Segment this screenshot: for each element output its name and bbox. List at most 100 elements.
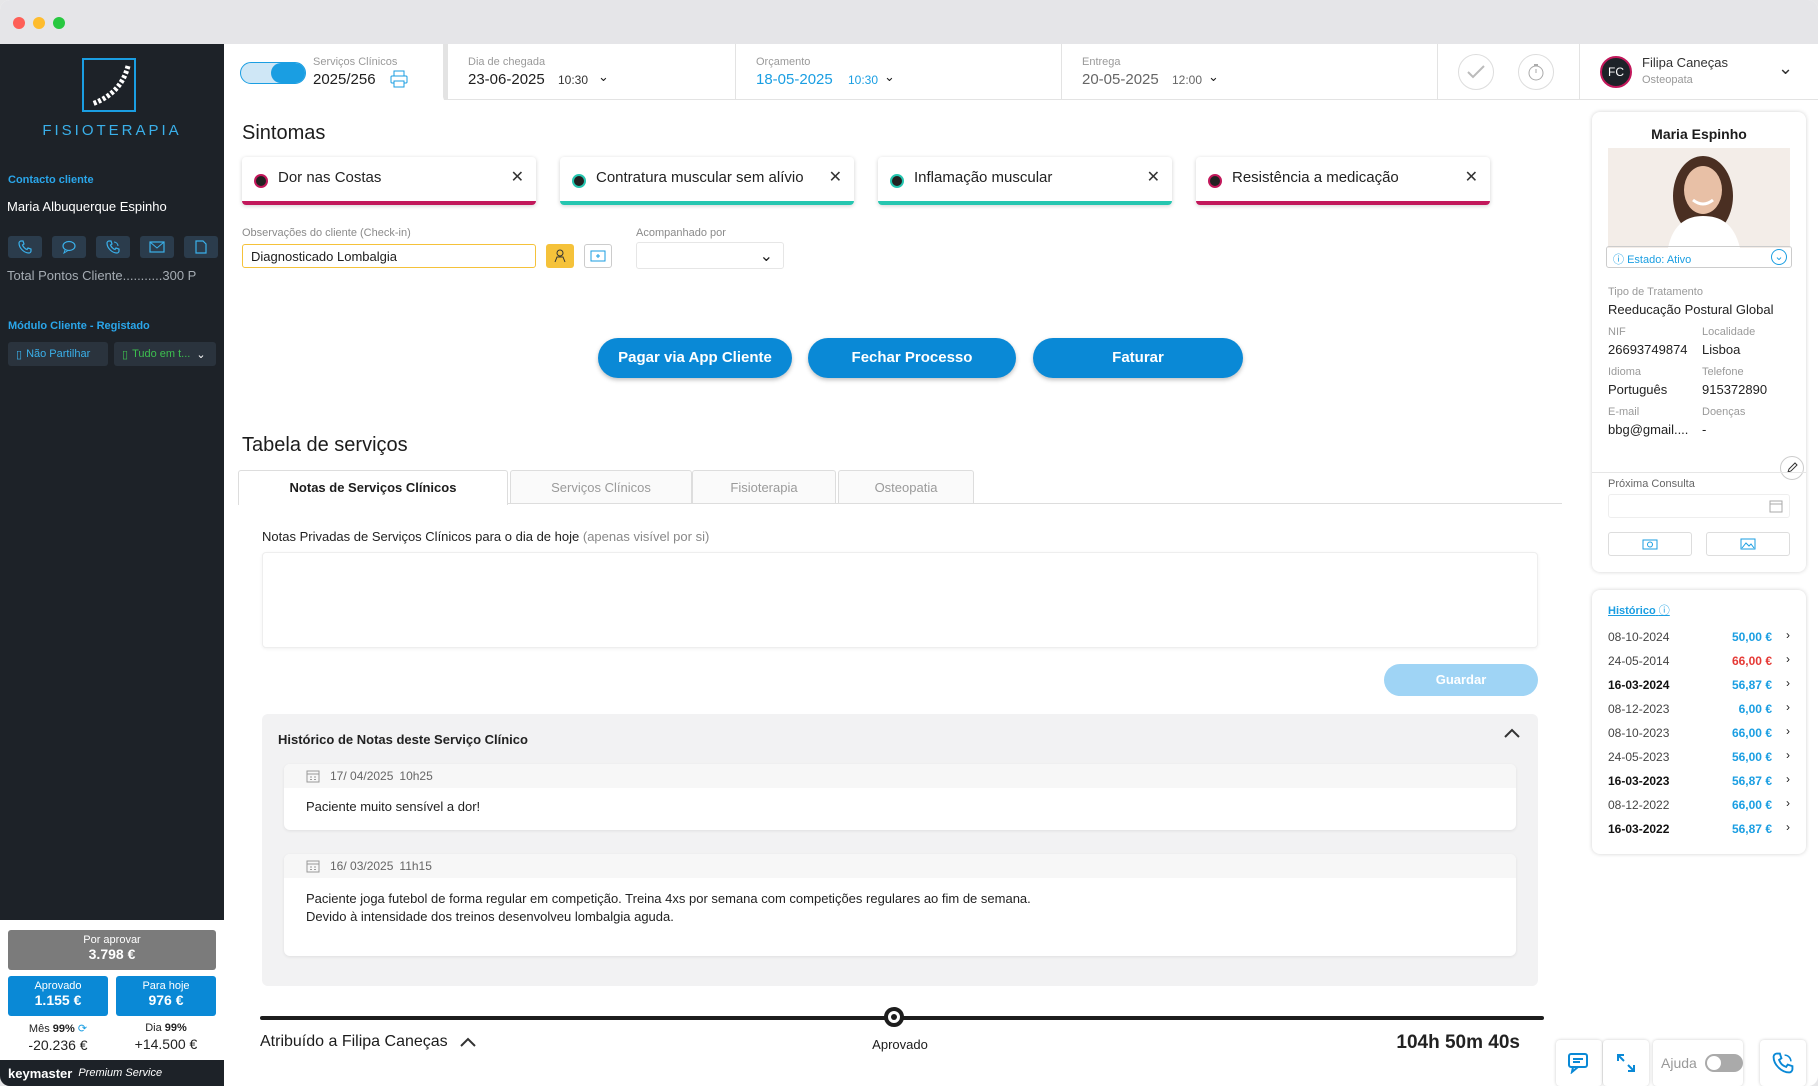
delivery-time: 12:00	[1172, 73, 1203, 87]
timeline-marker[interactable]	[884, 1007, 904, 1027]
chevron-right-icon: ›	[1786, 820, 1790, 834]
print-icon[interactable]	[390, 70, 408, 88]
history-row[interactable]: 24-05-2014 66,00 € ›	[1608, 650, 1790, 672]
symptom-chip[interactable]: Inflamação muscular ✕	[878, 157, 1172, 205]
info-icon: ⓘ	[1658, 605, 1670, 617]
history-row[interactable]: 16-03-2023 56,87 € ›	[1608, 770, 1790, 792]
arrival-section[interactable]: Dia de chegada 23-06-2025 10:30 ⌄	[448, 44, 736, 100]
today-box[interactable]: Para hoje 976 €	[116, 976, 216, 1016]
phone-icon[interactable]	[8, 236, 42, 258]
day-value: +14.500 €	[134, 1036, 198, 1052]
save-button[interactable]: Guardar	[1384, 664, 1538, 696]
view-toggle[interactable]	[240, 62, 306, 84]
nif-label: NIF	[1608, 326, 1626, 338]
budget-section[interactable]: Orçamento 18-05-2025 10:30 ⌄	[736, 44, 1062, 100]
symptom-chip[interactable]: Contratura muscular sem alívio ✕	[560, 157, 854, 205]
history-row[interactable]: 24-05-2023 56,00 € ›	[1608, 746, 1790, 768]
minimize-window-button[interactable]	[33, 17, 45, 29]
services-table-title: Tabela de serviços	[242, 434, 408, 456]
mail-icon[interactable]	[140, 236, 174, 258]
close-icon[interactable]: ✕	[1465, 167, 1478, 187]
tab-physiotherapy[interactable]: Fisioterapia	[692, 470, 836, 503]
scope-select[interactable]: ▯ Tudo em t... ⌄	[114, 342, 216, 366]
tab-clinical-services[interactable]: Serviços Clínicos	[510, 470, 692, 503]
chevron-down-icon: ⌄	[884, 69, 895, 84]
obs-input[interactable]: Diagnosticado Lombalgia	[242, 244, 536, 268]
tab-clinical-notes[interactable]: Notas de Serviços Clínicos	[238, 470, 508, 505]
badge-avatar	[1208, 174, 1222, 188]
symptom-color-bar	[560, 201, 854, 205]
user-menu[interactable]: FC Filipa Caneças Osteopata ⌄	[1580, 44, 1818, 100]
maximize-window-button[interactable]	[53, 17, 65, 29]
info-icon: ⓘ	[1613, 254, 1624, 266]
symptom-label: Resistência a medicação	[1232, 169, 1399, 186]
tab-osteopathy[interactable]: Osteopatia	[838, 470, 974, 503]
accompanied-select[interactable]: ⌄	[636, 242, 784, 269]
contact-actions	[8, 236, 218, 258]
next-consult-input[interactable]	[1608, 494, 1790, 518]
assigned-text: Atribuído a Filipa Caneças	[260, 1033, 448, 1050]
history-row[interactable]: 08-10-2024 50,00 € ›	[1608, 626, 1790, 648]
close-icon[interactable]: ✕	[1147, 167, 1160, 187]
person-icon[interactable]	[546, 244, 574, 268]
assigned-label[interactable]: Atribuído a Filipa Caneças	[260, 1033, 476, 1051]
next-consult-label: Próxima Consulta	[1608, 478, 1695, 490]
symptom-color-bar	[242, 201, 536, 205]
symptom-chip[interactable]: Dor nas Costas ✕	[242, 157, 536, 205]
calendar-icon	[306, 770, 320, 783]
chat-icon[interactable]	[1556, 1040, 1602, 1086]
share-label: Não Partilhar	[26, 348, 91, 360]
invoice-button[interactable]: Faturar	[1033, 338, 1243, 378]
close-icon[interactable]: ✕	[511, 167, 524, 187]
symptom-chip[interactable]: Resistência a medicação ✕	[1196, 157, 1490, 205]
delivery-label: Entrega	[1082, 56, 1121, 68]
history-row[interactable]: 08-12-2022 66,00 € ›	[1608, 794, 1790, 816]
phone-call-icon[interactable]	[96, 236, 130, 258]
delivery-section[interactable]: Entrega 20-05-2025 12:00 ⌄	[1062, 44, 1438, 100]
spine-logo-icon	[82, 58, 136, 112]
document-icon[interactable]	[184, 236, 218, 258]
chat-icon[interactable]	[52, 236, 86, 258]
chevron-right-icon: ›	[1786, 700, 1790, 714]
history-value: 6,00 €	[1738, 702, 1772, 716]
history-row[interactable]: 16-03-2024 56,87 € ›	[1608, 674, 1790, 696]
approved-box[interactable]: Aprovado 1.155 €	[8, 976, 108, 1016]
camera-icon[interactable]	[1608, 532, 1692, 556]
image-icon[interactable]	[1706, 532, 1790, 556]
services-tabs: Notas de Serviços Clínicos Serviços Clín…	[238, 470, 1562, 505]
status-select[interactable]: ⓘ Estado: Ativo ⌄	[1606, 246, 1792, 268]
expand-icon[interactable]	[1603, 1040, 1649, 1086]
share-button[interactable]: ▯ Não Partilhar	[8, 342, 108, 366]
history-row[interactable]: 08-10-2023 66,00 € ›	[1608, 722, 1790, 744]
close-icon[interactable]: ✕	[829, 167, 842, 187]
history-row[interactable]: 08-12-2023 6,00 € ›	[1608, 698, 1790, 720]
note-card: 17/ 04/2025 10h25 Paciente muito sensíve…	[284, 764, 1516, 830]
history-title[interactable]: Histórico ⓘ	[1608, 602, 1670, 618]
close-process-button[interactable]: Fechar Processo	[808, 338, 1016, 378]
check-icon[interactable]	[1458, 54, 1494, 90]
chevron-up-icon[interactable]	[1504, 728, 1520, 738]
chevron-down-icon: ⌄	[598, 69, 609, 84]
edit-icon[interactable]	[1780, 456, 1804, 480]
patient-photo	[1608, 148, 1790, 248]
add-card-icon[interactable]	[584, 244, 612, 268]
delivery-date: 20-05-2025	[1082, 71, 1159, 88]
pending-box[interactable]: Por aprovar 3.798 €	[8, 930, 216, 970]
phone-call-icon[interactable]	[1760, 1040, 1806, 1086]
keymaster-tag: Premium Service	[78, 1067, 163, 1079]
badge-avatar	[254, 174, 268, 188]
badge-avatar	[890, 174, 904, 188]
close-window-button[interactable]	[13, 17, 25, 29]
today-value: 976 €	[148, 992, 184, 1008]
pay-app-button[interactable]: Pagar via App Cliente	[598, 338, 792, 378]
help-toggle[interactable]: Ajuda	[1653, 1040, 1743, 1086]
refresh-icon[interactable]: ⟳	[78, 1023, 87, 1035]
history-date: 08-10-2024	[1608, 630, 1670, 644]
timer-icon[interactable]	[1518, 54, 1554, 90]
note-time: 11h15	[399, 859, 432, 873]
chevron-right-icon: ›	[1786, 796, 1790, 810]
notes-label: Notas Privadas de Serviços Clínicos para…	[262, 529, 709, 544]
month-stat: Mês 99% ⟳ -20.236 €	[8, 1022, 108, 1053]
history-row[interactable]: 16-03-2022 56,87 € ›	[1608, 818, 1790, 840]
notes-textarea[interactable]	[262, 552, 1538, 648]
